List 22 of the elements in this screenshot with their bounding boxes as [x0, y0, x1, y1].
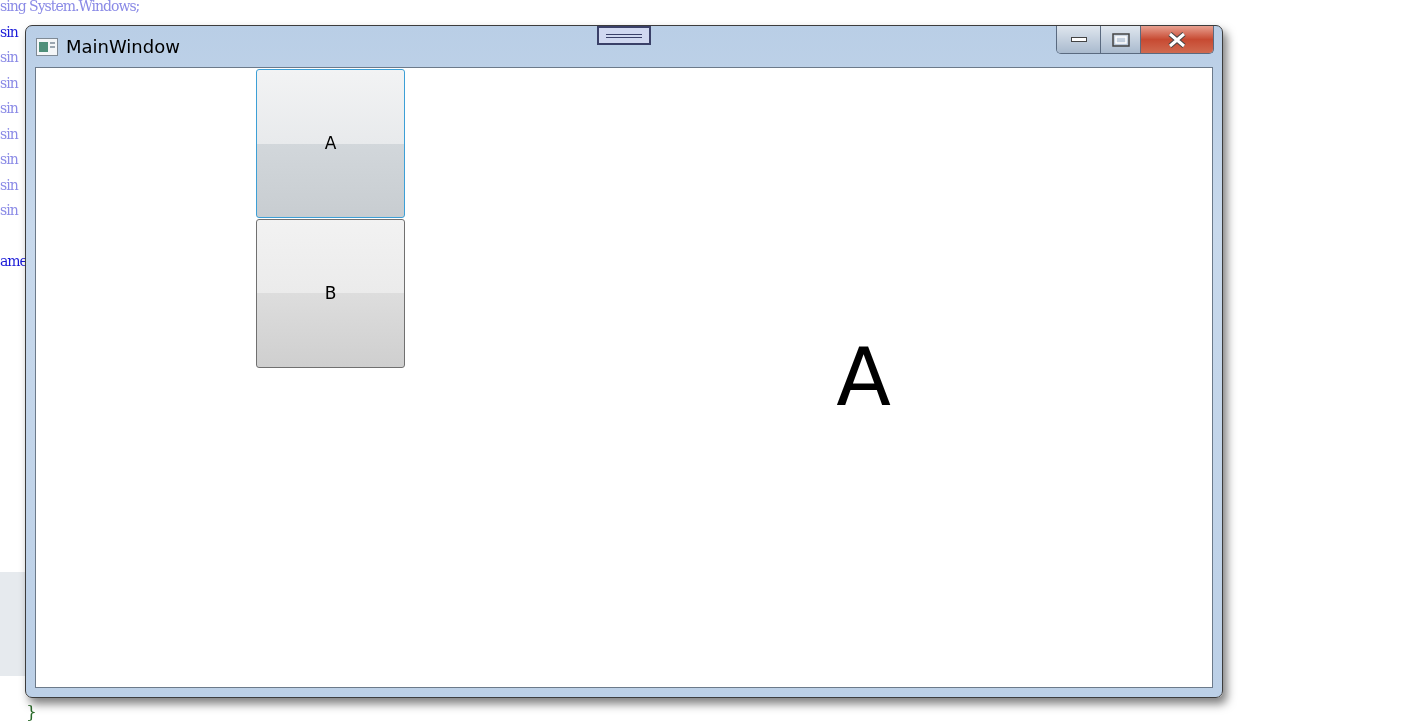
- minimize-button[interactable]: [1057, 26, 1101, 53]
- code-line: sin: [0, 74, 18, 91]
- code-line: }: [26, 701, 37, 724]
- drag-handle[interactable]: [597, 26, 651, 45]
- close-icon: [1167, 31, 1187, 48]
- content-button[interactable]: B: [256, 219, 405, 368]
- code-line: sin: [0, 49, 18, 65]
- content-button[interactable]: A: [256, 69, 405, 218]
- minimize-icon: [1070, 36, 1087, 43]
- window-app-icon: [36, 37, 58, 56]
- code-line: sing System.Windows;: [0, 0, 140, 14]
- display-text: A: [836, 338, 891, 418]
- code-line: sin: [0, 151, 18, 167]
- code-line: sin: [0, 202, 18, 218]
- maximize-icon: [1111, 32, 1130, 47]
- close-button[interactable]: [1141, 26, 1213, 53]
- window-title: MainWindow: [66, 35, 180, 59]
- code-line: sin: [0, 176, 18, 193]
- code-line: sin: [0, 125, 18, 142]
- code-line: sin: [0, 23, 18, 40]
- code-line: sin: [0, 100, 18, 116]
- maximize-button[interactable]: [1101, 26, 1141, 53]
